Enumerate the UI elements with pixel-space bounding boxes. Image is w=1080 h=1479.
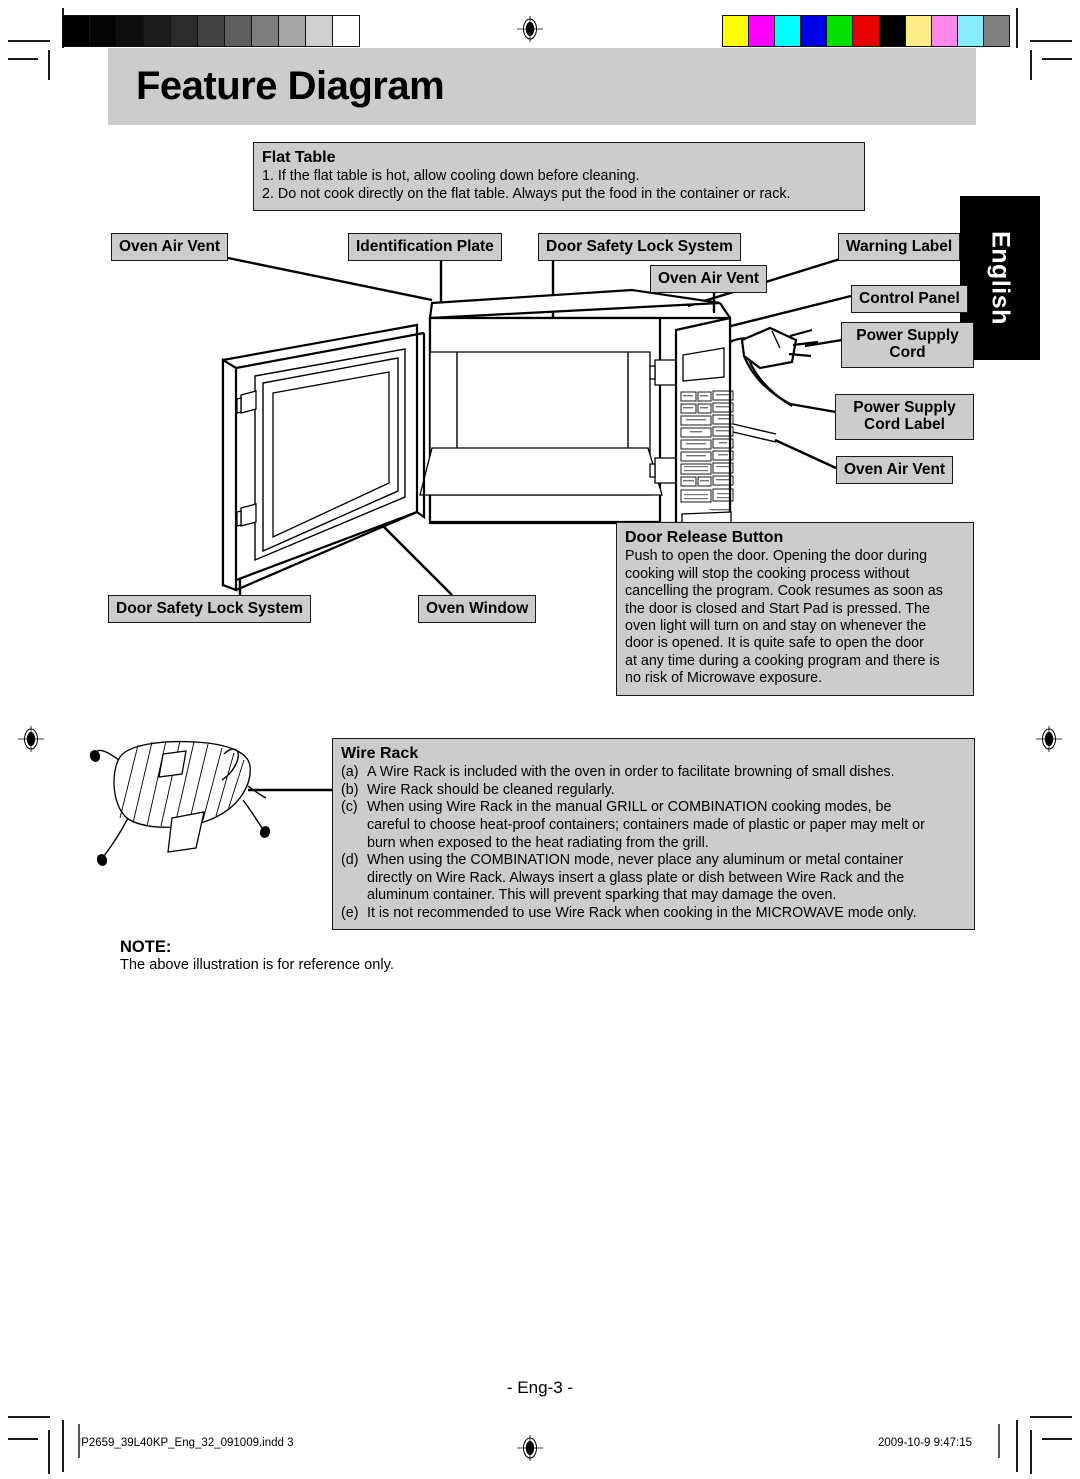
footer-rule-right xyxy=(998,1424,1000,1458)
grayscale-print-bar xyxy=(62,15,360,47)
page-title: Feature Diagram xyxy=(136,64,445,108)
flat-table-line-1: 1. If the flat table is hot, allow cooli… xyxy=(262,168,640,185)
footer-timestamp: 2009-10-9 9:47:15 xyxy=(878,1437,972,1449)
wire-rack-item-line: When using Wire Rack in the manual GRILL… xyxy=(367,799,892,816)
wire-rack-item: (c) When using Wire Rack in the manual G… xyxy=(341,799,966,852)
color-swatch xyxy=(801,16,828,46)
crop-mark-br2-v xyxy=(1030,1430,1032,1474)
callout-power-supply-cord-label: Power Supply Cord Label xyxy=(835,394,974,440)
color-swatch xyxy=(827,16,854,46)
door-release-heading: Door Release Button xyxy=(625,529,784,546)
registration-mark-right xyxy=(1036,726,1062,752)
grayscale-swatch xyxy=(117,16,144,46)
door-release-line-2: cooking will stop the cooking process wi… xyxy=(625,565,910,582)
flat-table-line-2: 2. Do not cook directly on the flat tabl… xyxy=(262,185,791,202)
footer-rule-left xyxy=(78,1424,80,1458)
grayscale-swatch xyxy=(306,16,333,46)
wire-rack-item-line: It is not recommended to use Wire Rack w… xyxy=(367,904,917,921)
color-print-bar xyxy=(722,15,1010,47)
wire-rack-item-line: careful to choose heat-proof containers;… xyxy=(367,816,925,833)
note-body: The above illustration is for reference … xyxy=(120,957,394,973)
color-swatch xyxy=(879,16,906,46)
grayscale-swatch xyxy=(252,16,279,46)
flat-table-heading: Flat Table xyxy=(262,149,336,166)
grayscale-swatch xyxy=(144,16,171,46)
registration-mark-left xyxy=(18,726,44,752)
page-number: - Eng-3 - xyxy=(506,1378,574,1397)
color-swatch xyxy=(983,16,1010,46)
wire-rack-item-line: When using the COMBINATION mode, never p… xyxy=(367,852,904,869)
flat-table-infobox: Flat Table 1. If the flat table is hot, … xyxy=(253,142,865,212)
wire-rack-heading: Wire Rack xyxy=(341,745,419,762)
crop-mark-bl2-h xyxy=(8,1438,38,1440)
crop-mark-br-h xyxy=(1030,1416,1072,1418)
callout-door-safety-lock-bottom: Door Safety Lock System xyxy=(108,595,311,624)
registration-mark-top xyxy=(517,16,543,42)
crop-mark-bl2-v xyxy=(48,1430,50,1474)
crop-mark-tl2-h xyxy=(8,58,38,60)
callout-warning-label: Warning Label xyxy=(838,233,961,262)
color-swatch xyxy=(957,16,984,46)
callout-oven-air-vent-right: Oven Air Vent xyxy=(836,456,954,485)
footer-file-name: IP2659_39L40KP_Eng_32_091009.indd 3 xyxy=(78,1437,294,1449)
wire-rack-item-mark: (b) xyxy=(341,781,359,798)
door-release-line-4: the door is closed and Start Pad is pres… xyxy=(625,600,930,617)
door-release-button-infobox: Door Release Button Push to open the doo… xyxy=(616,522,974,696)
wire-rack-item: (a) A Wire Rack is included with the ove… xyxy=(341,764,966,782)
grayscale-swatch xyxy=(333,16,359,46)
wire-rack-item-mark: (a) xyxy=(341,764,359,781)
color-swatch xyxy=(931,16,958,46)
door-release-line-1: Push to open the door. Opening the door … xyxy=(625,548,928,565)
crop-mark-tl-h xyxy=(8,40,50,42)
color-swatch xyxy=(905,16,932,46)
wire-rack-item-mark: (c) xyxy=(341,799,358,816)
note-heading: NOTE: xyxy=(120,938,172,956)
grayscale-swatch xyxy=(198,16,225,46)
crop-mark-bl-v xyxy=(62,1420,64,1472)
grayscale-swatch xyxy=(279,16,306,46)
crop-mark-br-v xyxy=(1016,1420,1018,1472)
callout-oven-air-vent-left: Oven Air Vent xyxy=(111,233,229,262)
door-release-line-8: no risk of Microwave exposure. xyxy=(625,670,823,687)
wire-rack-item-line: Wire Rack should be cleaned regularly. xyxy=(367,781,615,798)
callout-oven-window: Oven Window xyxy=(418,595,537,624)
wire-rack-item-line: A Wire Rack is included with the oven in… xyxy=(367,764,895,781)
grayscale-swatch xyxy=(225,16,252,46)
wire-rack-item: (e) It is not recommended to use Wire Ra… xyxy=(341,905,966,923)
crop-mark-tr2-h xyxy=(1042,58,1072,60)
crop-mark-bl-h xyxy=(8,1416,50,1418)
crop-mark-tr-h xyxy=(1030,40,1072,42)
page-title-band: Feature Diagram xyxy=(108,48,976,125)
grayscale-swatch xyxy=(171,16,198,46)
wire-rack-item-mark: (d) xyxy=(341,852,359,869)
color-swatch xyxy=(749,16,776,46)
registration-mark-bottom xyxy=(517,1435,543,1461)
wire-rack-item-line: directly on Wire Rack. Always insert a g… xyxy=(367,869,905,886)
color-swatch xyxy=(853,16,880,46)
door-release-line-7: at any time during a cooking program and… xyxy=(625,652,940,669)
callout-power-supply-cord: Power Supply Cord xyxy=(841,322,974,368)
crop-mark-tr2-v xyxy=(1030,50,1032,80)
crop-mark-tr-v xyxy=(1016,8,1018,48)
color-swatch xyxy=(723,16,750,46)
callout-control-panel: Control Panel xyxy=(851,285,968,314)
door-release-line-5: oven light will turn on and stay on when… xyxy=(625,617,927,634)
callout-door-safety-lock-top: Door Safety Lock System xyxy=(538,233,741,262)
wire-rack-item: (b) Wire Rack should be cleaned regularl… xyxy=(341,782,966,800)
grayscale-swatch xyxy=(90,16,117,46)
door-release-line-6: door is opened. It is quite safe to open… xyxy=(625,635,924,652)
callout-identification-plate: Identification Plate xyxy=(348,233,502,262)
door-release-line-3: cancelling the program. Cook resumes as … xyxy=(625,583,943,600)
crop-mark-br2-h xyxy=(1042,1438,1072,1440)
color-swatch xyxy=(775,16,802,46)
callout-oven-air-vent-mid: Oven Air Vent xyxy=(650,265,768,294)
language-tab-label: English xyxy=(986,231,1015,325)
wire-rack-item-line: aluminum container. This will prevent sp… xyxy=(367,887,837,904)
crop-mark-tl2-v xyxy=(48,50,50,80)
wire-rack-item-line: burn when exposed to the heat radiating … xyxy=(367,834,709,851)
wire-rack-infobox: Wire Rack (a) A Wire Rack is included wi… xyxy=(332,738,975,931)
wire-rack-item-mark: (e) xyxy=(341,904,359,921)
wire-rack-item: (d) When using the COMBINATION mode, nev… xyxy=(341,852,966,905)
grayscale-swatch xyxy=(63,16,90,46)
